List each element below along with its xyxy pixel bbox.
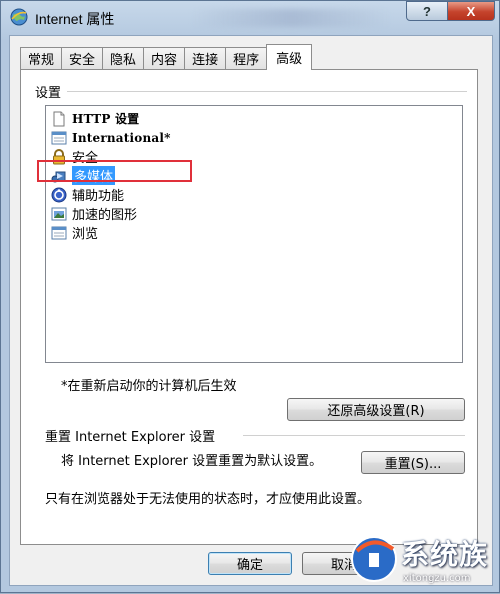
reset-button[interactable]: 重置(S)...: [361, 451, 465, 474]
tree-item-multimedia[interactable]: 多媒体: [37, 160, 192, 185]
reset-group-divider: [243, 435, 465, 436]
site-watermark: 系统族 xitongzu.com: [347, 521, 500, 594]
blurred-title-area: [191, 9, 391, 27]
tree-item-label: 浏览: [72, 227, 99, 242]
help-button[interactable]: ?: [406, 1, 448, 21]
tree-item-accessibility[interactable]: 辅助功能: [51, 185, 124, 204]
dialog-body: 常规 安全 隐私 内容 连接 程序 高级 设置 HTTP 设置 Internat…: [9, 35, 493, 586]
reset-group-label: 重置 Internet Explorer 设置: [45, 430, 216, 445]
page-icon: [53, 111, 65, 126]
tree-item-http[interactable]: HTTP 设置: [51, 109, 139, 128]
window-title: Internet 属性: [35, 11, 115, 27]
settings-tree-list[interactable]: HTTP 设置 International* 安全 多媒体 辅助功能 加速的图形…: [37, 105, 463, 363]
internet-globe-icon: [10, 8, 28, 26]
ok-button[interactable]: 确定: [208, 552, 292, 575]
reset-note: 只有在浏览器处于无法使用的状态时，才应使用此设置。: [45, 492, 371, 507]
tab-connections[interactable]: 连接: [184, 47, 227, 69]
tree-item-accelerated-graphics[interactable]: 加速的图形: [51, 204, 137, 223]
reset-description: 将 Internet Explorer 设置重置为默认设置。: [61, 454, 323, 469]
tree-item-label: International*: [72, 130, 171, 145]
watermark-url: xitongzu.com: [403, 573, 471, 584]
accessibility-icon: [51, 187, 67, 202]
settings-group-divider: [67, 91, 467, 92]
close-icon: X: [466, 3, 476, 19]
restore-advanced-settings-button[interactable]: 还原高级设置(R): [287, 398, 465, 421]
watermark-logo-icon: [351, 536, 397, 582]
tree-item-browsing[interactable]: 浏览: [51, 223, 98, 242]
settings-group-label: 设置: [35, 86, 62, 101]
close-button[interactable]: X: [447, 1, 495, 21]
watermark-brand: 系统族: [401, 538, 489, 571]
red-highlight-box: [37, 160, 192, 182]
window-icon: [51, 226, 67, 239]
restart-note: *在重新启动你的计算机后生效: [61, 379, 237, 394]
help-icon: ?: [423, 3, 431, 19]
tab-security[interactable]: 安全: [61, 47, 104, 69]
tab-advanced[interactable]: 高级: [266, 44, 313, 70]
tab-programs[interactable]: 程序: [225, 47, 268, 69]
tree-item-international[interactable]: International*: [51, 128, 171, 147]
internet-properties-window: Internet 属性 ? X 常规 安全 隐私 内容 连接 程序 高级 设置: [0, 0, 500, 593]
tree-item-label: 辅助功能: [72, 189, 125, 204]
graphics-icon: [51, 207, 67, 220]
tab-privacy[interactable]: 隐私: [102, 47, 145, 69]
advanced-tab-panel: 设置 HTTP 设置 International* 安全 多媒体 辅助功能 加速…: [20, 69, 478, 545]
tab-strip: 常规 安全 隐私 内容 连接 程序 高级: [20, 44, 313, 70]
tab-general[interactable]: 常规: [20, 47, 63, 69]
title-bar[interactable]: Internet 属性 ? X: [1, 1, 499, 35]
tree-item-label: HTTP 设置: [72, 112, 140, 126]
window-icon: [51, 131, 67, 144]
tab-content[interactable]: 内容: [143, 47, 186, 69]
tree-item-label: 加速的图形: [72, 208, 138, 223]
